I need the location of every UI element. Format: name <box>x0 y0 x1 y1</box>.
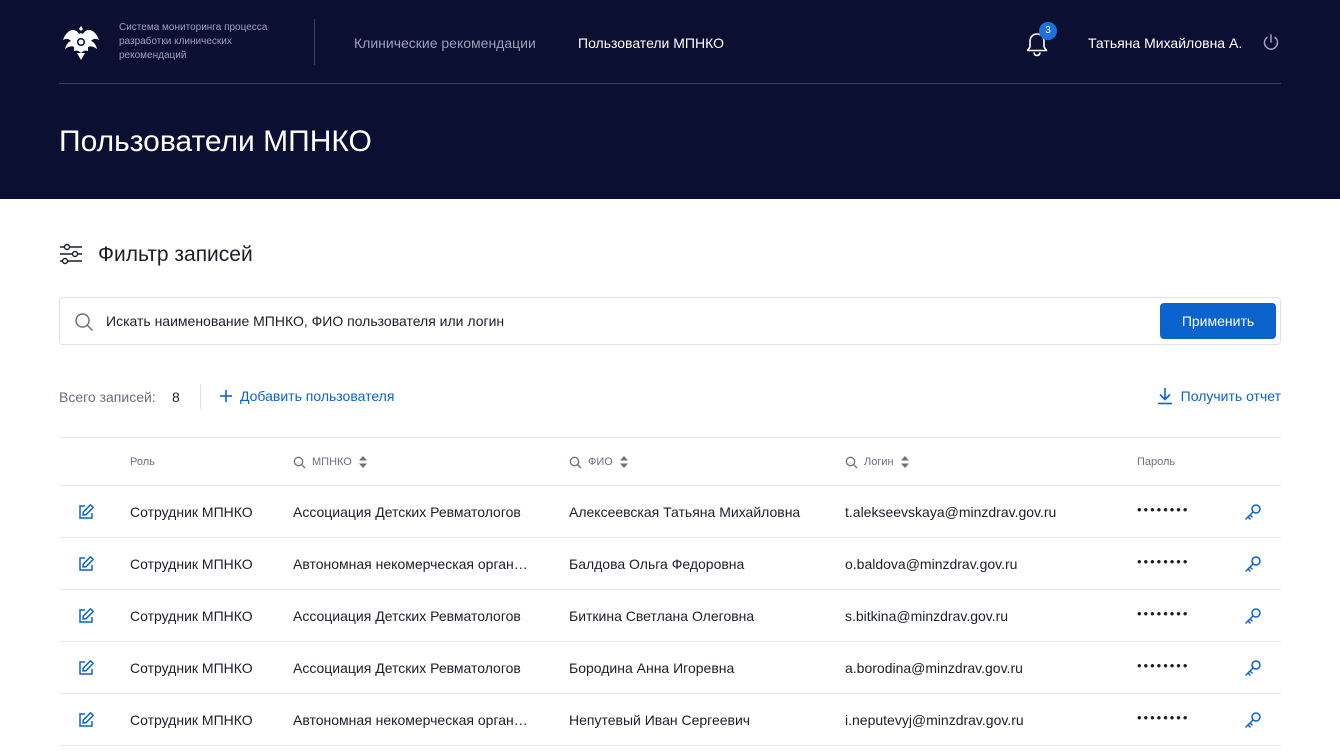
cell-org: Ассоциация Детских Ревматологов <box>293 504 521 520</box>
cell-password: •••••••• <box>1137 710 1190 725</box>
search-icon <box>293 456 306 468</box>
column-header-role: Роль <box>130 456 155 468</box>
table-header: Роль МПНКО ФИО Логин Пароль <box>59 437 1281 486</box>
get-report-label: Получить отчет <box>1180 388 1281 404</box>
cell-role: Сотрудник МПНКО <box>130 556 253 572</box>
edit-icon[interactable] <box>77 503 95 521</box>
cell-login: i.neputevyj@minzdrav.gov.ru <box>845 712 1024 728</box>
plus-icon <box>220 390 232 402</box>
table-row: Сотрудник МПНКО Ассоциация Детских Ревма… <box>59 590 1281 642</box>
toolbar-divider <box>200 384 201 409</box>
search-icon <box>569 456 582 468</box>
cell-fio: Биткина Светлана Олеговна <box>569 608 755 624</box>
download-icon <box>1157 388 1172 405</box>
column-header-password: Пароль <box>1137 456 1176 468</box>
system-name: Система мониторинга процесса разработки … <box>119 22 268 61</box>
filter-sliders-icon <box>60 243 82 265</box>
sort-icon <box>619 456 628 468</box>
add-user-button[interactable]: Добавить пользователя <box>219 387 394 405</box>
user-name[interactable]: Татьяна Михайловна А. <box>1088 34 1242 52</box>
cell-fio: Бородина Анна Игоревна <box>569 660 735 676</box>
table-row: Сотрудник МПНКО Автономная некомерческая… <box>59 538 1281 590</box>
cell-fio: Алексеевская Татьяна Михайловна <box>569 504 801 520</box>
key-icon[interactable] <box>1244 711 1262 729</box>
table-row: Сотрудник МПНКО Ассоциация Детских Ревма… <box>59 642 1281 694</box>
page-title: Пользователи МПНКО <box>59 125 372 158</box>
sort-icon <box>900 456 909 468</box>
power-logout-icon[interactable] <box>1262 33 1280 51</box>
total-records-label: Всего записей: <box>59 389 156 405</box>
column-header-org[interactable]: МПНКО <box>293 455 368 469</box>
cell-org: Ассоциация Детских Ревматологов <box>293 608 521 624</box>
get-report-button[interactable]: Получить отчет <box>1157 387 1281 405</box>
edit-icon[interactable] <box>77 659 95 677</box>
cell-role: Сотрудник МПНКО <box>130 712 253 728</box>
search-icon <box>845 456 858 468</box>
cell-org: Ассоциация Детских Ревматологов <box>293 660 521 676</box>
apply-button[interactable]: Применить <box>1160 303 1276 339</box>
cell-password: •••••••• <box>1137 554 1190 569</box>
filter-title: Фильтр записей <box>98 243 253 266</box>
sort-icon <box>358 456 367 468</box>
add-user-label: Добавить пользователя <box>240 388 395 404</box>
nav-clinical-recommendations[interactable]: Клинические рекомендации <box>354 34 536 52</box>
edit-icon[interactable] <box>77 607 95 625</box>
edit-icon[interactable] <box>77 711 95 729</box>
cell-password: •••••••• <box>1137 606 1190 621</box>
cell-role: Сотрудник МПНКО <box>130 608 253 624</box>
cell-role: Сотрудник МПНКО <box>130 504 253 520</box>
coat-of-arms-logo-icon[interactable] <box>59 20 103 64</box>
cell-fio: Непутевый Иван Сергеевич <box>569 712 751 728</box>
cell-login: o.baldova@minzdrav.gov.ru <box>845 556 1018 572</box>
key-icon[interactable] <box>1244 607 1262 625</box>
top-navigation-bar: Система мониторинга процесса разработки … <box>59 0 1281 84</box>
search-input[interactable] <box>106 310 1146 332</box>
key-icon[interactable] <box>1244 503 1262 521</box>
key-icon[interactable] <box>1244 659 1262 677</box>
cell-fio: Балдова Ольга Федоровна <box>569 556 745 572</box>
header-divider <box>314 19 315 65</box>
cell-login: t.alekseevskaya@minzdrav.gov.ru <box>845 504 1057 520</box>
search-bar: Применить <box>59 297 1281 345</box>
cell-login: a.borodina@minzdrav.gov.ru <box>845 660 1023 676</box>
cell-password: •••••••• <box>1137 658 1190 673</box>
cell-login: s.bitkina@minzdrav.gov.ru <box>845 608 1009 624</box>
app-header: Система мониторинга процесса разработки … <box>0 0 1340 199</box>
key-icon[interactable] <box>1244 555 1262 573</box>
users-table: Роль МПНКО ФИО Логин Пароль Сотрудник МП… <box>59 437 1281 746</box>
column-header-login[interactable]: Логин <box>845 455 910 469</box>
cell-role: Сотрудник МПНКО <box>130 660 253 676</box>
notification-count-badge: 3 <box>1039 22 1057 40</box>
nav-mpnko-users[interactable]: Пользователи МПНКО <box>578 34 724 52</box>
edit-icon[interactable] <box>77 555 95 573</box>
search-icon <box>75 313 93 331</box>
total-records-value: 8 <box>172 389 180 405</box>
cell-org: Автономная некомерческая орган… <box>293 712 528 728</box>
table-row: Сотрудник МПНКО Автономная некомерческая… <box>59 694 1281 746</box>
cell-password: •••••••• <box>1137 502 1190 517</box>
table-row: Сотрудник МПНКО Ассоциация Детских Ревма… <box>59 486 1281 538</box>
column-header-fio[interactable]: ФИО <box>569 455 629 469</box>
cell-org: Автономная некомерческая орган… <box>293 556 528 572</box>
